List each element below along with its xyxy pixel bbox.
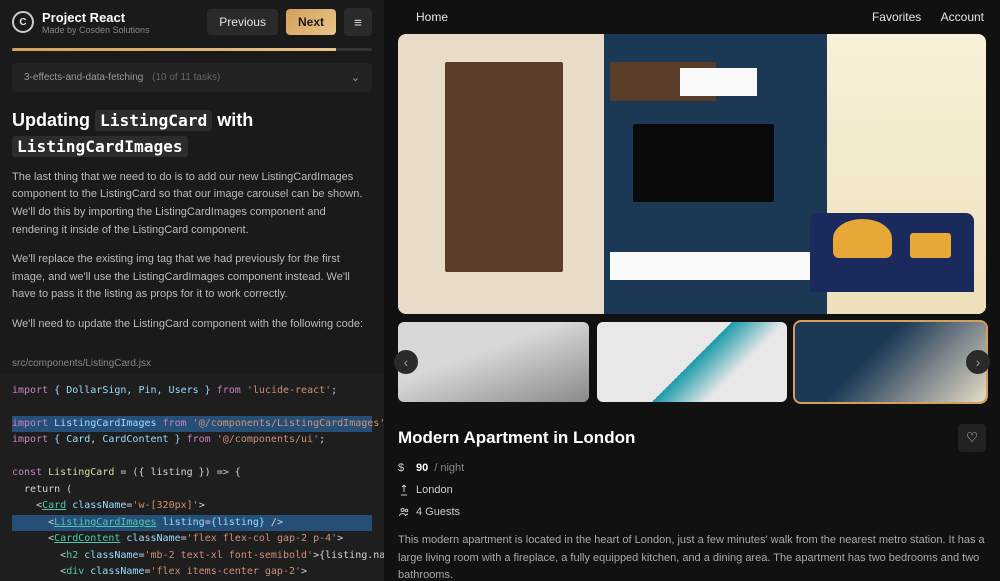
menu-button[interactable]: ≡ — [344, 8, 372, 36]
progress-bar — [12, 48, 372, 51]
nav-favorites-link[interactable]: Favorites — [872, 10, 921, 24]
next-button[interactable]: Next — [286, 9, 336, 35]
listing-location: London — [416, 484, 453, 496]
lesson-paragraph: The last thing that we need to do is to … — [12, 169, 372, 239]
chevron-left-icon: ‹ — [404, 354, 409, 370]
breadcrumb-section: 3-effects-and-data-fetching — [24, 72, 143, 83]
listing-price-per: / night — [434, 462, 464, 474]
code-file-path: src/components/ListingCard.jsx — [0, 354, 384, 373]
listing-guests-row: 4 Guests — [398, 506, 986, 518]
heart-icon: ♡ — [966, 430, 978, 446]
image-carousel: ‹ › — [398, 322, 986, 402]
product-logo: C Project React Made by Cosden Solutions — [12, 10, 199, 35]
chevron-right-icon: › — [976, 354, 981, 370]
listing-guests: 4 Guests — [416, 506, 460, 518]
listing-price: 90 — [416, 462, 428, 474]
chevron-down-icon: ⌄ — [351, 71, 360, 84]
carousel-next-button[interactable]: › — [966, 350, 990, 374]
users-icon — [398, 506, 410, 518]
carousel-thumbnail[interactable] — [398, 322, 589, 402]
product-title: Project React — [42, 10, 150, 25]
listing-hero-image — [398, 34, 986, 314]
previous-button[interactable]: Previous — [207, 9, 278, 35]
listing-title: Modern Apartment in London — [398, 428, 635, 448]
breadcrumb-progress: (10 of 11 tasks) — [152, 72, 220, 83]
lesson-breadcrumb[interactable]: 3-effects-and-data-fetching (10 of 11 ta… — [12, 63, 372, 92]
carousel-thumbnail[interactable] — [597, 322, 788, 402]
pin-icon — [398, 484, 410, 496]
lesson-heading: Updating ListingCard with ListingCardIma… — [12, 108, 372, 158]
logo-mark-icon: C — [12, 11, 34, 33]
nav-account-link[interactable]: Account — [941, 10, 984, 24]
carousel-prev-button[interactable]: ‹ — [394, 350, 418, 374]
code-block[interactable]: import { DollarSign, Pin, Users } from '… — [0, 373, 384, 581]
listing-location-row: London — [398, 484, 986, 496]
lesson-paragraph: We'll replace the existing img tag that … — [12, 251, 372, 304]
carousel-thumbnail[interactable] — [795, 322, 986, 402]
listing-description: This modern apartment is located in the … — [398, 532, 986, 581]
lesson-paragraph: We'll need to update the ListingCard com… — [12, 316, 372, 334]
listing-price-row: $ 90 / night — [398, 462, 986, 474]
product-byline: Made by Cosden Solutions — [42, 25, 150, 35]
dollar-sign-icon: $ — [398, 462, 410, 474]
nav-home-link[interactable]: Home — [416, 10, 448, 24]
favorite-button[interactable]: ♡ — [958, 424, 986, 452]
hamburger-icon: ≡ — [354, 15, 362, 30]
